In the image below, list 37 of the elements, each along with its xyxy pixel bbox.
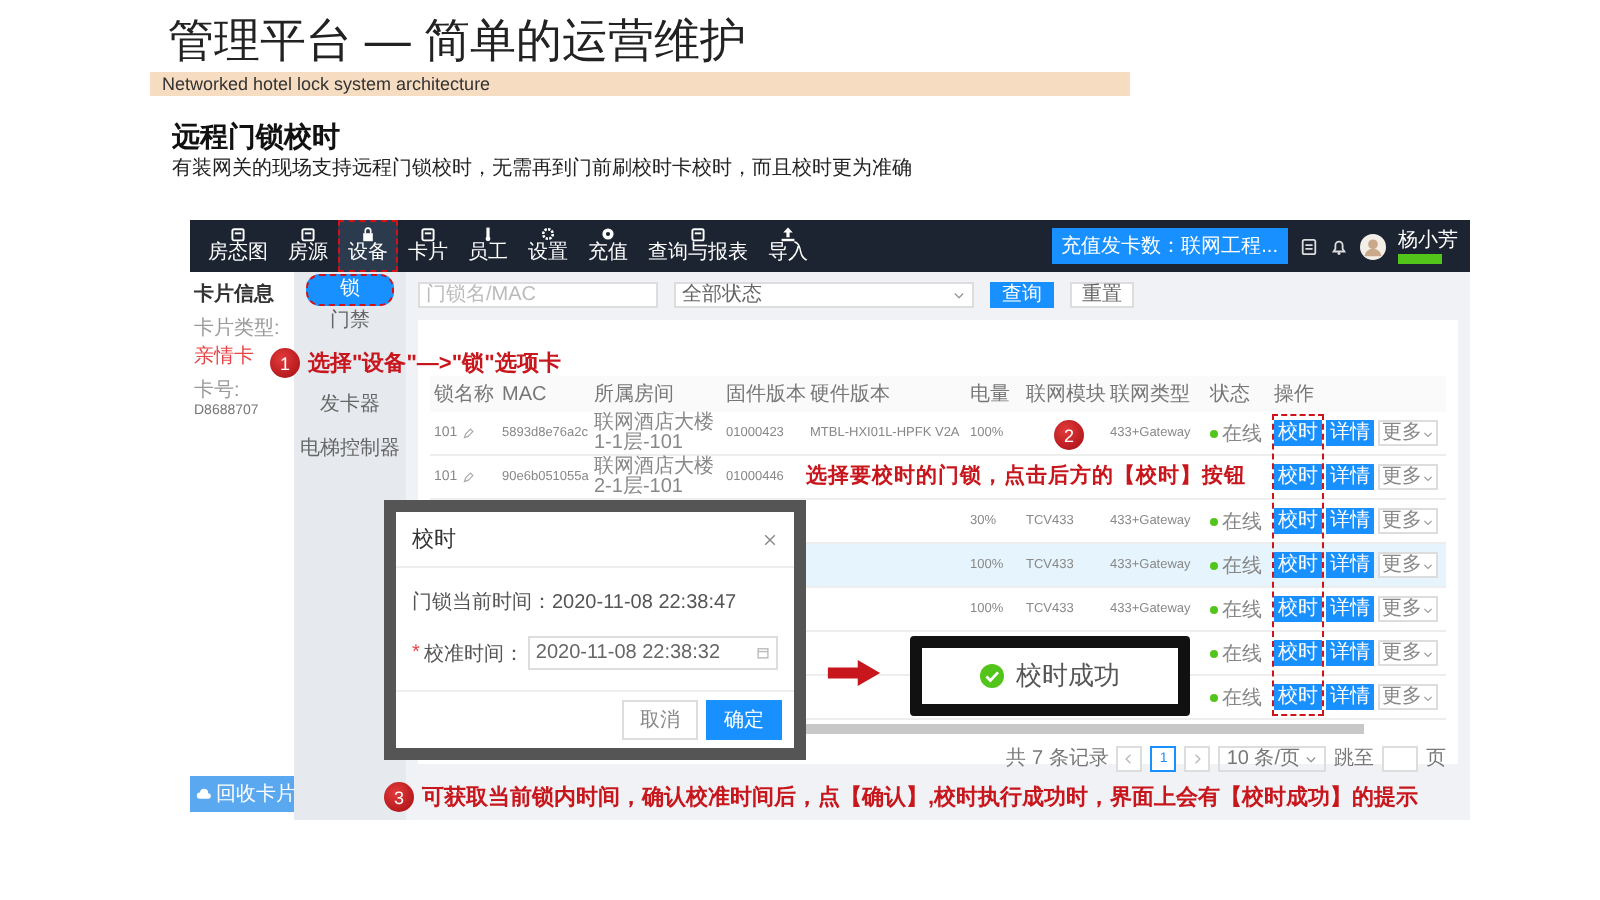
status-text: 在线 [1222,421,1262,447]
section-description: 有装网关的现场支持远程门锁校时，无需再到门前刷校时卡校时，而且校时更为准确 [172,156,914,182]
column-header: 固件版本 [724,381,806,408]
step-annotation: 选择"设备"—>"锁"选项卡 [308,349,561,378]
card-type-label: 卡片类型: [194,315,280,342]
required-mark: * [412,642,420,664]
page-suffix: 页 [1426,746,1446,772]
slide-subtitle: Networked hotel lock system architecture [160,74,491,94]
status-text: 在线 [1222,641,1262,667]
column-header: 联网类型 [1108,381,1192,408]
user-name: 杨小芳 [1398,229,1458,251]
column-header: 硬件版本 [808,381,892,408]
card-number-label: 卡号: [194,377,240,404]
card-type-value: 亲情卡 [194,343,254,370]
toast-text: 校时成功 [1016,658,1120,694]
section-heading: 远程门锁校时 [172,120,342,154]
status-text: 在线 [1222,685,1262,711]
step-annotation: 可获取当前锁内时间，确认校准时间后，点【确认】,校时执行成功时，界面上会有【校时成功】的提示 [422,783,1419,812]
step-number: 3 [384,782,414,812]
status-text: 在线 [1222,597,1262,623]
total-records: 共 7 条记录 [1006,745,1109,772]
card-info-title: 卡片信息 [194,281,274,308]
step-annotation: 选择要校时的门锁，点击后方的【校时】按钮 [806,462,1246,490]
status-text: 在线 [1222,509,1262,535]
column-header: 锁名称 [432,382,496,408]
column-header: MAC [500,383,549,405]
field-label: 校准时间： [423,641,524,667]
status-text: 在线 [1222,553,1262,579]
jump-label: 跳至 [1334,745,1374,772]
slide-title: 管理平台 — 简单的运营维护 [168,12,748,68]
column-header: 电量 [968,381,1012,408]
column-header: 操作 [1272,382,1316,408]
column-header: 状态 [1208,381,1252,408]
table-cell-text: 联网酒店大楼2-1层-101 [594,457,716,497]
column-header: 联网模块 [1024,381,1106,408]
table-cell-text: 联网酒店大楼1-1层-101 [594,413,716,453]
column-header: 所属房间 [592,381,676,408]
